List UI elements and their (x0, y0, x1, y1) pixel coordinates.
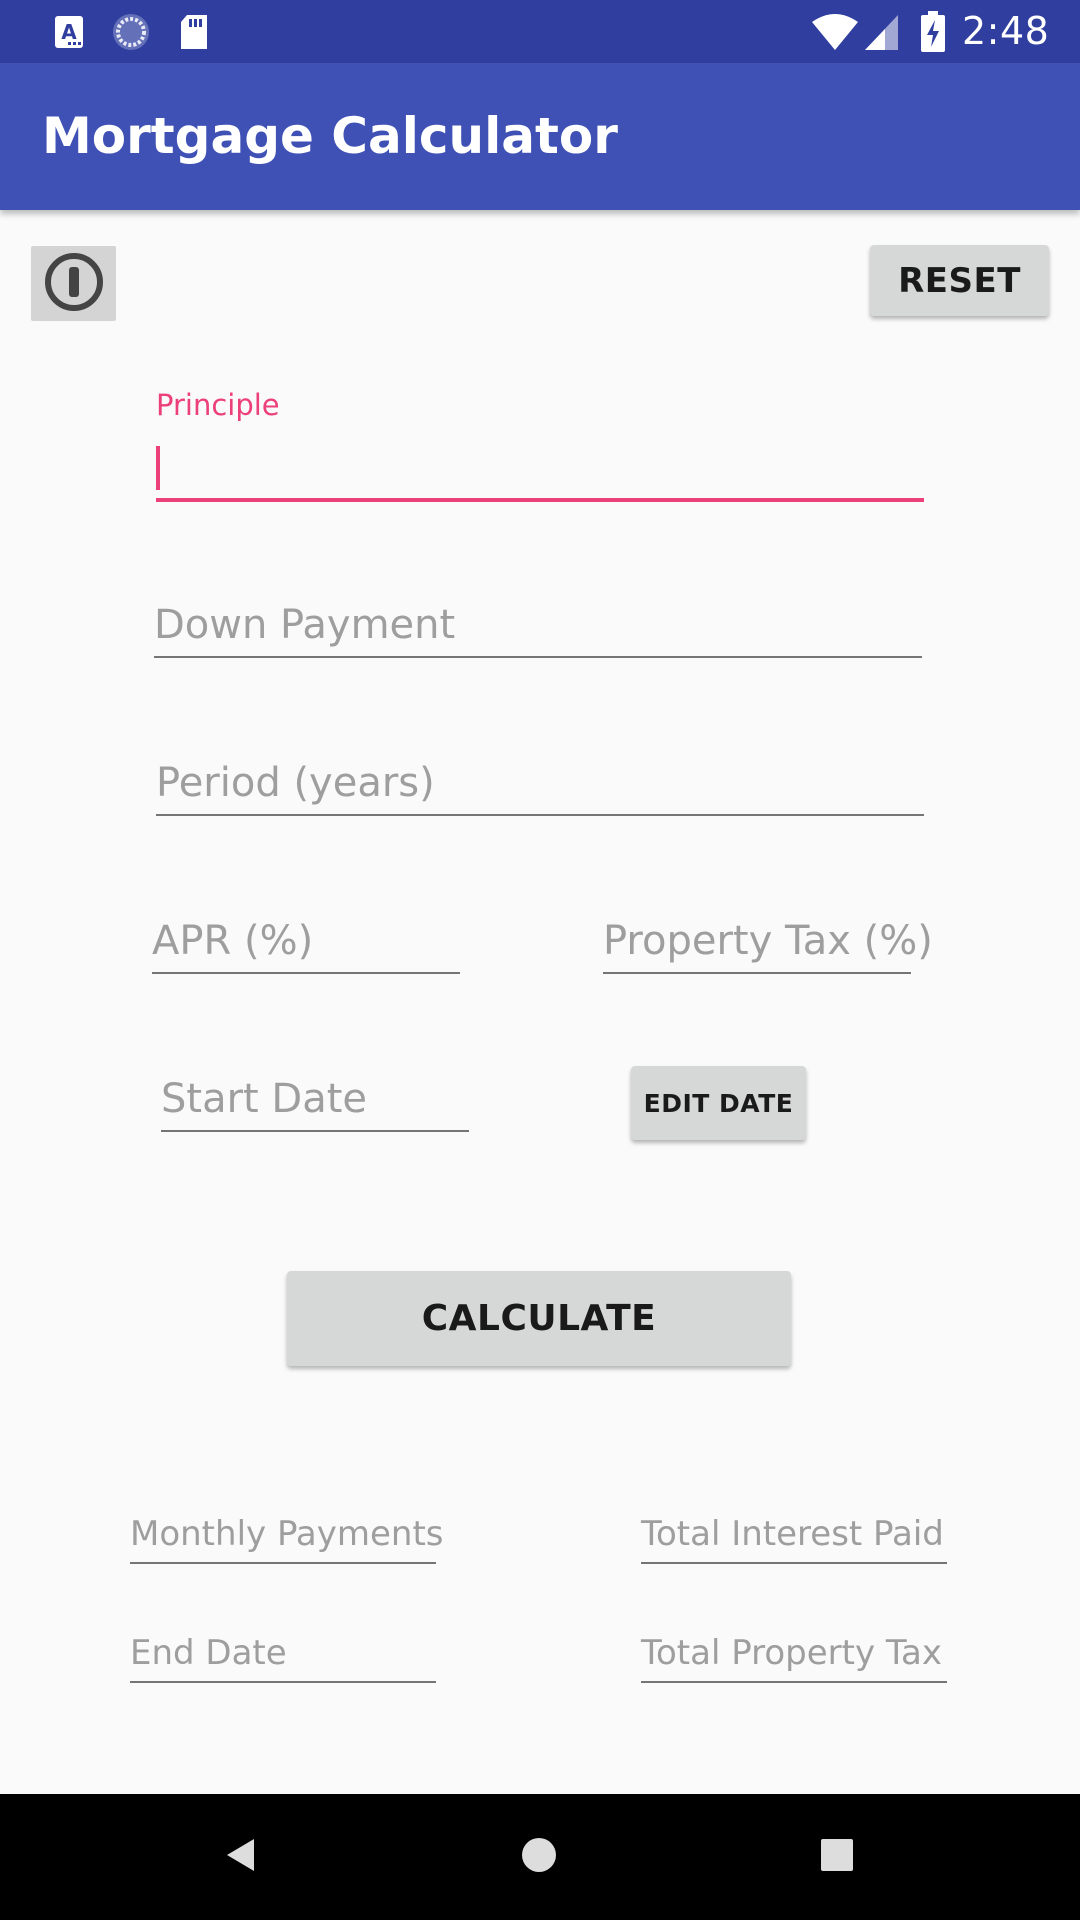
period-placeholder: Period (years) (156, 760, 435, 806)
navigation-bar (0, 1794, 1080, 1920)
text-cursor (156, 446, 160, 490)
property-tax-placeholder: Property Tax (%) (603, 918, 933, 964)
principle-label: Principle (156, 388, 280, 422)
total-property-tax-field[interactable]: Total Property Tax (641, 1623, 947, 1683)
apr-placeholder: APR (%) (152, 918, 314, 964)
total-interest-paid-field[interactable]: Total Interest Paid (641, 1504, 947, 1564)
recents-icon (817, 1835, 857, 1879)
recents-button[interactable] (787, 1794, 887, 1920)
down-payment-input[interactable]: Down Payment (154, 590, 922, 658)
battery-charging-icon (918, 0, 948, 63)
back-icon (221, 1835, 261, 1879)
a-letter-icon: A (52, 0, 86, 63)
reset-button[interactable]: RESET (870, 245, 1049, 316)
svg-text:A: A (61, 20, 77, 44)
down-payment-placeholder: Down Payment (154, 602, 456, 648)
principle-input[interactable] (156, 440, 924, 502)
wifi-icon (810, 0, 860, 63)
home-icon (519, 1835, 559, 1879)
app-title: Mortgage Calculator (42, 107, 618, 165)
period-input[interactable]: Period (years) (156, 748, 924, 816)
sync-icon (110, 0, 152, 63)
back-button[interactable] (191, 1794, 291, 1920)
end-date-label: End Date (130, 1633, 287, 1673)
info-icon (43, 251, 105, 317)
edit-date-button[interactable]: EDIT DATE (631, 1066, 806, 1140)
app-bar: Mortgage Calculator (0, 63, 1080, 210)
start-date-placeholder: Start Date (161, 1076, 368, 1122)
start-date-input[interactable]: Start Date (161, 1064, 469, 1132)
info-button[interactable] (31, 246, 116, 321)
total-interest-paid-label: Total Interest Paid (641, 1514, 944, 1554)
status-time: 2:48 (962, 9, 1050, 53)
status-bar: A 2:48 (0, 0, 1080, 63)
apr-input[interactable]: APR (%) (152, 906, 460, 974)
sd-card-icon (178, 0, 210, 63)
end-date-field[interactable]: End Date (130, 1623, 436, 1683)
total-property-tax-label: Total Property Tax (641, 1633, 942, 1673)
monthly-payments-field[interactable]: Monthly Payments (130, 1504, 444, 1564)
monthly-payments-label: Monthly Payments (130, 1514, 444, 1554)
property-tax-input[interactable]: Property Tax (%) (603, 906, 933, 974)
calculate-button[interactable]: CALCULATE (287, 1271, 791, 1366)
signal-icon (862, 0, 900, 63)
home-button[interactable] (489, 1794, 589, 1920)
